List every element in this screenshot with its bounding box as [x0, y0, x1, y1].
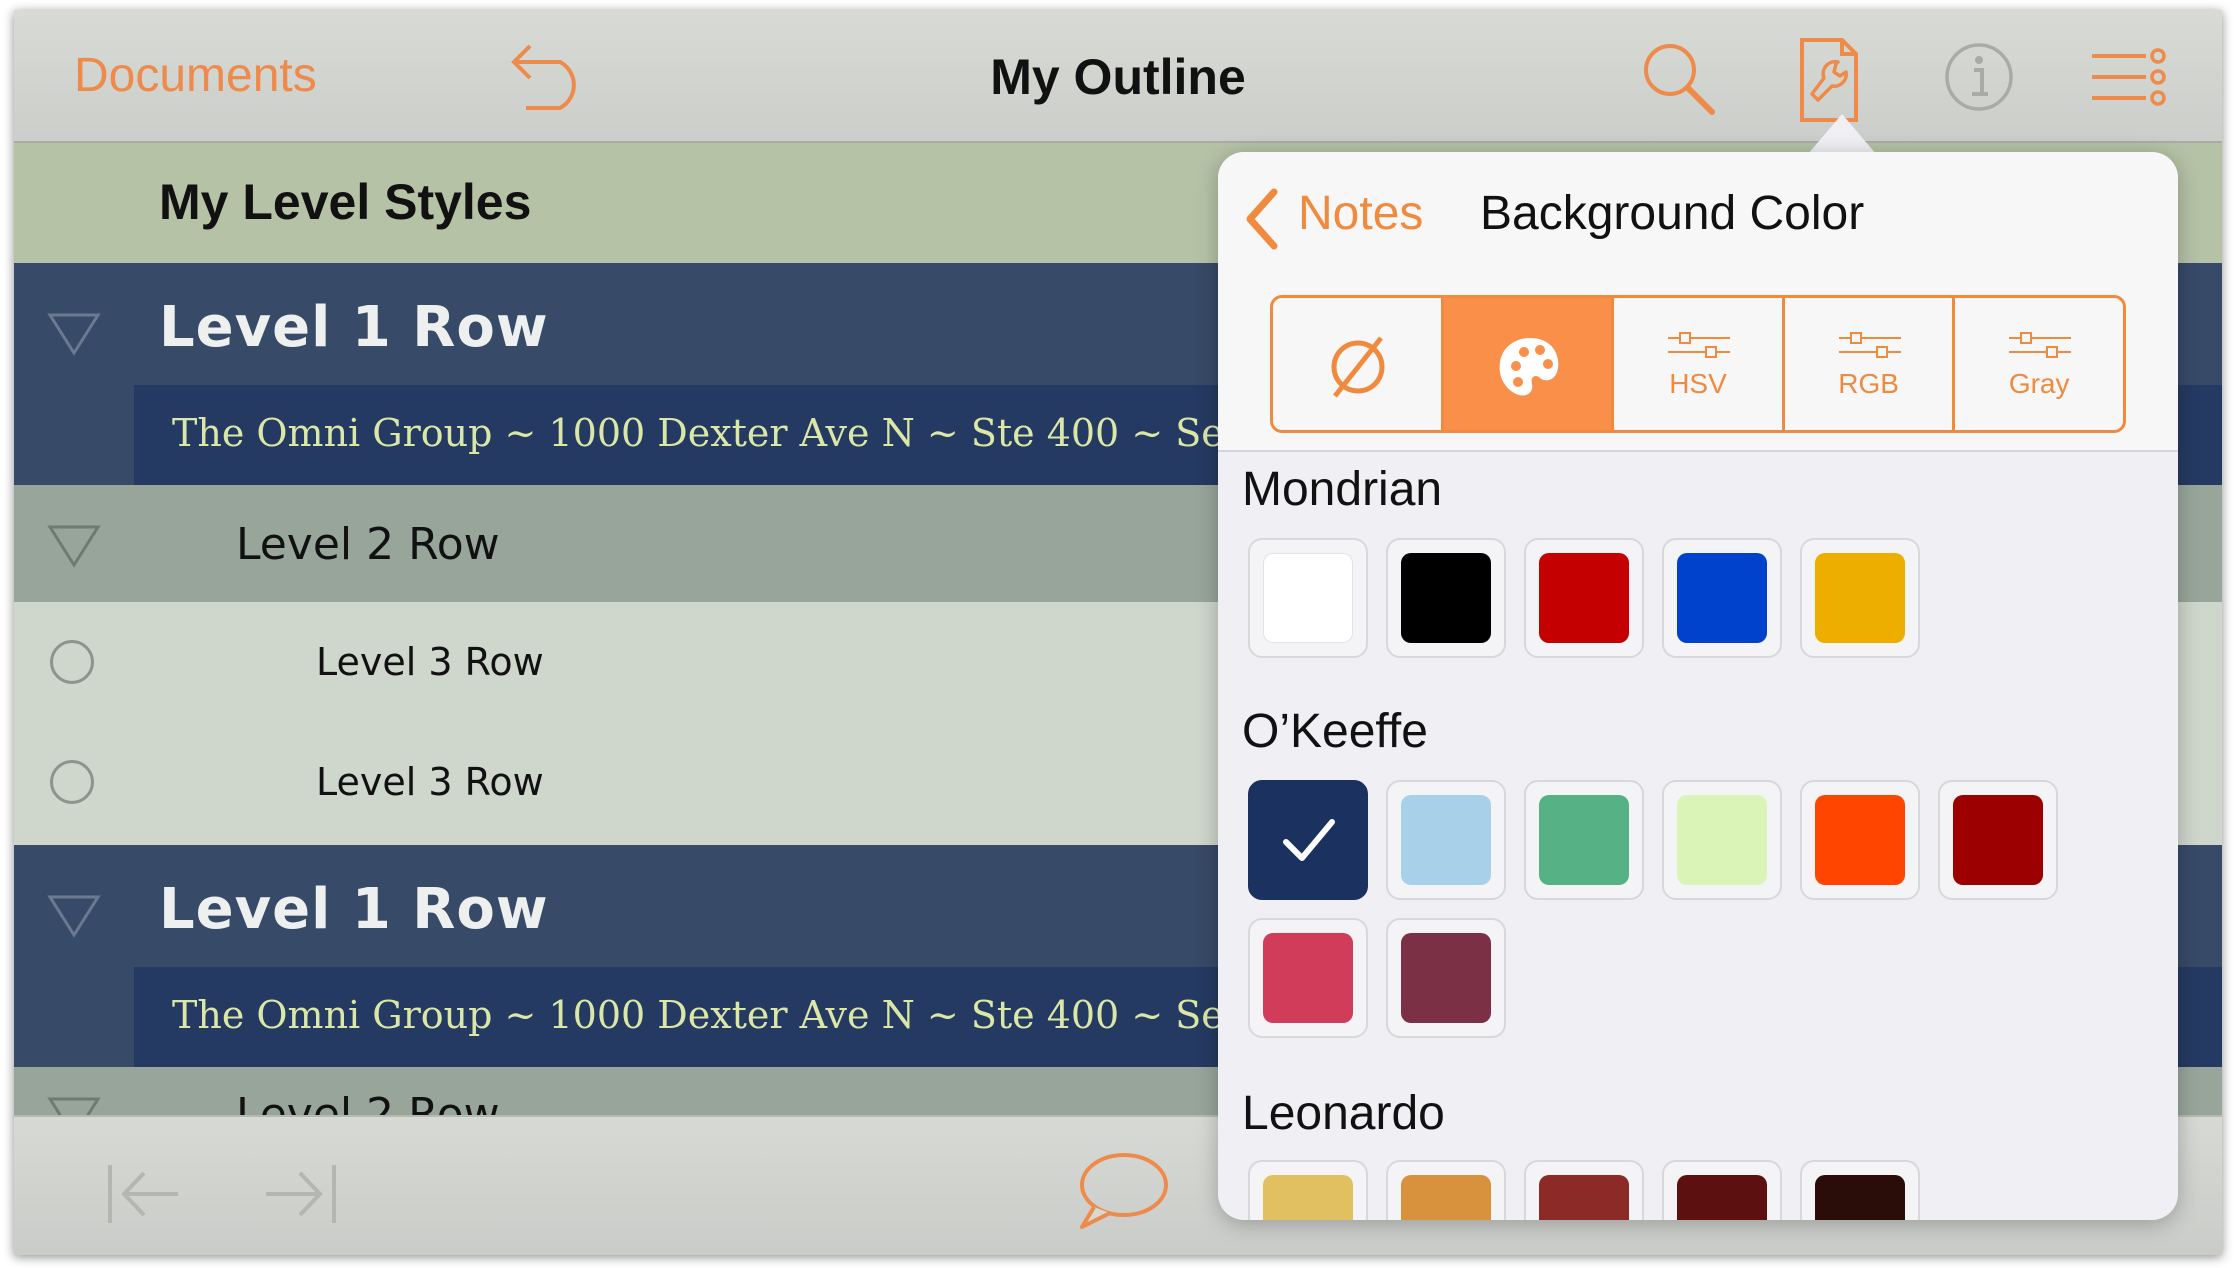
segment-gray[interactable]: Gray	[1955, 298, 2123, 430]
inspector-wrench-icon[interactable]	[1784, 32, 1874, 122]
color-swatch[interactable]	[1938, 780, 2058, 900]
swatch-color	[1953, 795, 2043, 885]
color-swatch[interactable]	[1524, 1160, 1644, 1220]
level-styles-label: My Level Styles	[159, 174, 532, 230]
swatch-color	[1677, 553, 1767, 643]
segment-rgb[interactable]: RGB	[1785, 298, 1956, 430]
color-swatch-list: Mondrian O’Keeffe Leonardo	[1218, 454, 2178, 1220]
swatch-color	[1401, 553, 1491, 643]
row-title[interactable]: Level 1 Row	[159, 877, 549, 942]
color-swatch[interactable]	[1386, 780, 1506, 900]
color-swatch[interactable]	[1386, 1160, 1506, 1220]
document-title: My Outline	[990, 49, 1246, 105]
color-swatch[interactable]	[1248, 780, 1368, 900]
swatch-color	[1815, 553, 1905, 643]
swatch-color	[1677, 1175, 1767, 1220]
color-swatch[interactable]	[1800, 1160, 1920, 1220]
segment-label: HSV	[1669, 368, 1727, 399]
slider-icon	[1668, 332, 1731, 358]
row-bullet-icon[interactable]	[50, 760, 94, 804]
checkmark-icon	[1283, 819, 1335, 861]
row-title[interactable]: Level 3 Row	[316, 760, 544, 804]
disclosure-triangle-icon[interactable]	[44, 887, 104, 943]
color-swatch[interactable]	[1800, 780, 1920, 900]
navigation-bar: Documents My Outline	[14, 10, 2222, 143]
swatch-color	[1263, 553, 1353, 643]
popover-header: Notes Background Color HSV RGB Gray	[1218, 152, 2178, 452]
swatch-color	[1263, 933, 1353, 1023]
group-title-mondrian: Mondrian	[1242, 463, 1443, 516]
back-label: Notes	[1298, 187, 1424, 240]
swatch-color	[1263, 1175, 1353, 1220]
swatch-color	[1401, 933, 1491, 1023]
palette-icon	[1499, 338, 1558, 396]
segment-no-color[interactable]	[1273, 298, 1444, 430]
disclosure-triangle-icon[interactable]	[44, 517, 104, 573]
color-swatch[interactable]	[1386, 918, 1506, 1038]
info-icon[interactable]	[1934, 32, 2024, 122]
background-color-popover: Notes Background Color HSV RGB Gray Mond…	[1218, 152, 2178, 1220]
segment-palette[interactable]	[1443, 298, 1615, 430]
chevron-left-icon	[1246, 188, 1278, 250]
row-bullet-icon[interactable]	[50, 640, 94, 684]
disclosure-triangle-icon[interactable]	[44, 305, 104, 361]
color-swatch[interactable]	[1662, 780, 1782, 900]
group-title-okeeffe: O’Keeffe	[1242, 705, 1428, 758]
color-swatch[interactable]	[1248, 918, 1368, 1038]
group-title-leonardo: Leonardo	[1242, 1087, 1445, 1140]
search-icon[interactable]	[1634, 32, 1724, 122]
swatch-color	[1539, 553, 1629, 643]
color-swatch[interactable]	[1248, 1160, 1368, 1220]
color-swatch[interactable]	[1386, 538, 1506, 658]
color-swatch[interactable]	[1248, 538, 1368, 658]
segment-hsv[interactable]: HSV	[1614, 298, 1785, 430]
segment-label: Gray	[2008, 368, 2070, 399]
color-swatch[interactable]	[1524, 538, 1644, 658]
segment-label: RGB	[1838, 368, 1899, 399]
popover-arrow	[1808, 114, 1876, 154]
swatch-color	[1539, 795, 1629, 885]
swatch-color	[1677, 795, 1767, 885]
row-title[interactable]: Level 1 Row	[159, 295, 549, 360]
indent-icon[interactable]	[260, 1159, 340, 1229]
color-mode-segmented-control[interactable]: HSV RGB Gray	[1270, 295, 2126, 433]
outdent-icon[interactable]	[104, 1159, 184, 1229]
color-swatch[interactable]	[1524, 780, 1644, 900]
swatch-color	[1401, 795, 1491, 885]
swatch-color	[1539, 1175, 1629, 1220]
outline-list-icon[interactable]	[2084, 32, 2174, 122]
color-swatch[interactable]	[1800, 538, 1920, 658]
no-color-icon	[1331, 336, 1385, 398]
swatch-color	[1815, 795, 1905, 885]
row-title[interactable]: Level 3 Row	[316, 640, 544, 684]
swatch-color	[1815, 1175, 1905, 1220]
popover-title: Background Color	[1480, 187, 1865, 240]
note-bubble-icon[interactable]	[1072, 1147, 1172, 1233]
slider-icon	[2009, 332, 2072, 358]
color-swatch[interactable]	[1662, 538, 1782, 658]
color-swatch[interactable]	[1662, 1160, 1782, 1220]
row-title[interactable]: Level 2 Row	[236, 519, 500, 570]
slider-icon	[1838, 332, 1901, 358]
swatch-color	[1401, 1175, 1491, 1220]
